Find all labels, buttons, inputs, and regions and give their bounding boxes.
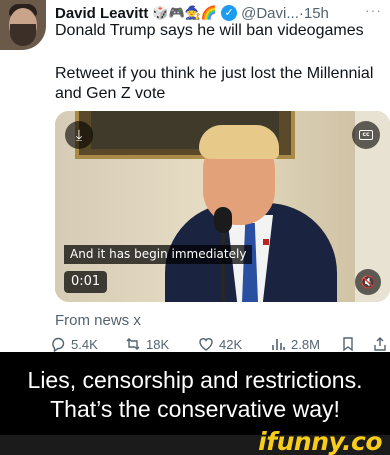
share-icon xyxy=(374,337,386,351)
verified-badge-icon: ✓ xyxy=(221,5,238,21)
avatar[interactable] xyxy=(0,0,46,50)
action-bar: 5.4K 18K 42K 2.8M xyxy=(50,336,390,352)
reply-button[interactable]: 5.4K xyxy=(50,336,98,352)
tweet-text-line2: Retweet if you think he just lost the Mi… xyxy=(55,65,374,102)
video-caption: And it has begin immediately xyxy=(64,245,253,264)
retweet-count: 18K xyxy=(146,336,170,352)
speaker-muted-icon[interactable]: 🔇 xyxy=(355,269,381,295)
retweet-button[interactable]: 18K xyxy=(125,336,169,352)
view-count: 2.8M xyxy=(291,336,320,352)
reply-count: 5.4K xyxy=(71,336,98,352)
lapel-pin xyxy=(263,239,269,245)
tweet-timestamp[interactable]: 15h xyxy=(304,5,329,22)
author-name[interactable]: David Leavitt xyxy=(55,5,148,22)
reply-icon xyxy=(52,337,65,352)
retweet-icon xyxy=(126,338,140,350)
microphone xyxy=(214,207,232,233)
meme-caption: Lies, censorship and restrictions. That’… xyxy=(27,367,363,422)
tweet-card: David Leavitt 🎲🎮🧙🌈 ✓ @Davi... · 15h ··· … xyxy=(0,0,390,352)
video-timestamp: 0:01 xyxy=(64,271,108,293)
microphone-stand xyxy=(221,231,225,302)
source-label[interactable]: From news x xyxy=(55,312,141,329)
like-count: 42K xyxy=(219,336,243,352)
speaker-hair xyxy=(199,125,279,159)
name-emojis: 🎲🎮🧙🌈 xyxy=(152,5,218,21)
tweet-text-line1: Donald Trump says he will ban videogames xyxy=(55,22,364,39)
meme-caption-panel: Lies, censorship and restrictions. That’… xyxy=(0,352,390,435)
avatar-beard xyxy=(10,24,36,46)
video-player[interactable]: ⤓ cc And it has begin immediately 0:01 🔇 xyxy=(55,111,390,302)
bookmark-icon xyxy=(343,337,353,352)
views-button[interactable]: 2.8M xyxy=(270,336,320,352)
bookmark-button[interactable] xyxy=(340,336,361,352)
captions-icon: cc xyxy=(359,130,373,140)
tweet-header: David Leavitt 🎲🎮🧙🌈 ✓ @Davi... · 15h xyxy=(55,4,329,22)
captions-button[interactable]: cc xyxy=(352,121,380,149)
like-button[interactable]: 42K xyxy=(198,336,242,352)
heart-icon xyxy=(199,338,213,351)
download-icon[interactable]: ⤓ xyxy=(65,121,93,149)
ifunny-watermark: ifunny.co xyxy=(258,427,382,455)
share-button[interactable] xyxy=(372,336,390,352)
more-options-icon[interactable]: ··· xyxy=(365,2,382,18)
author-handle[interactable]: @Davi... xyxy=(241,5,299,22)
views-icon xyxy=(272,339,285,350)
